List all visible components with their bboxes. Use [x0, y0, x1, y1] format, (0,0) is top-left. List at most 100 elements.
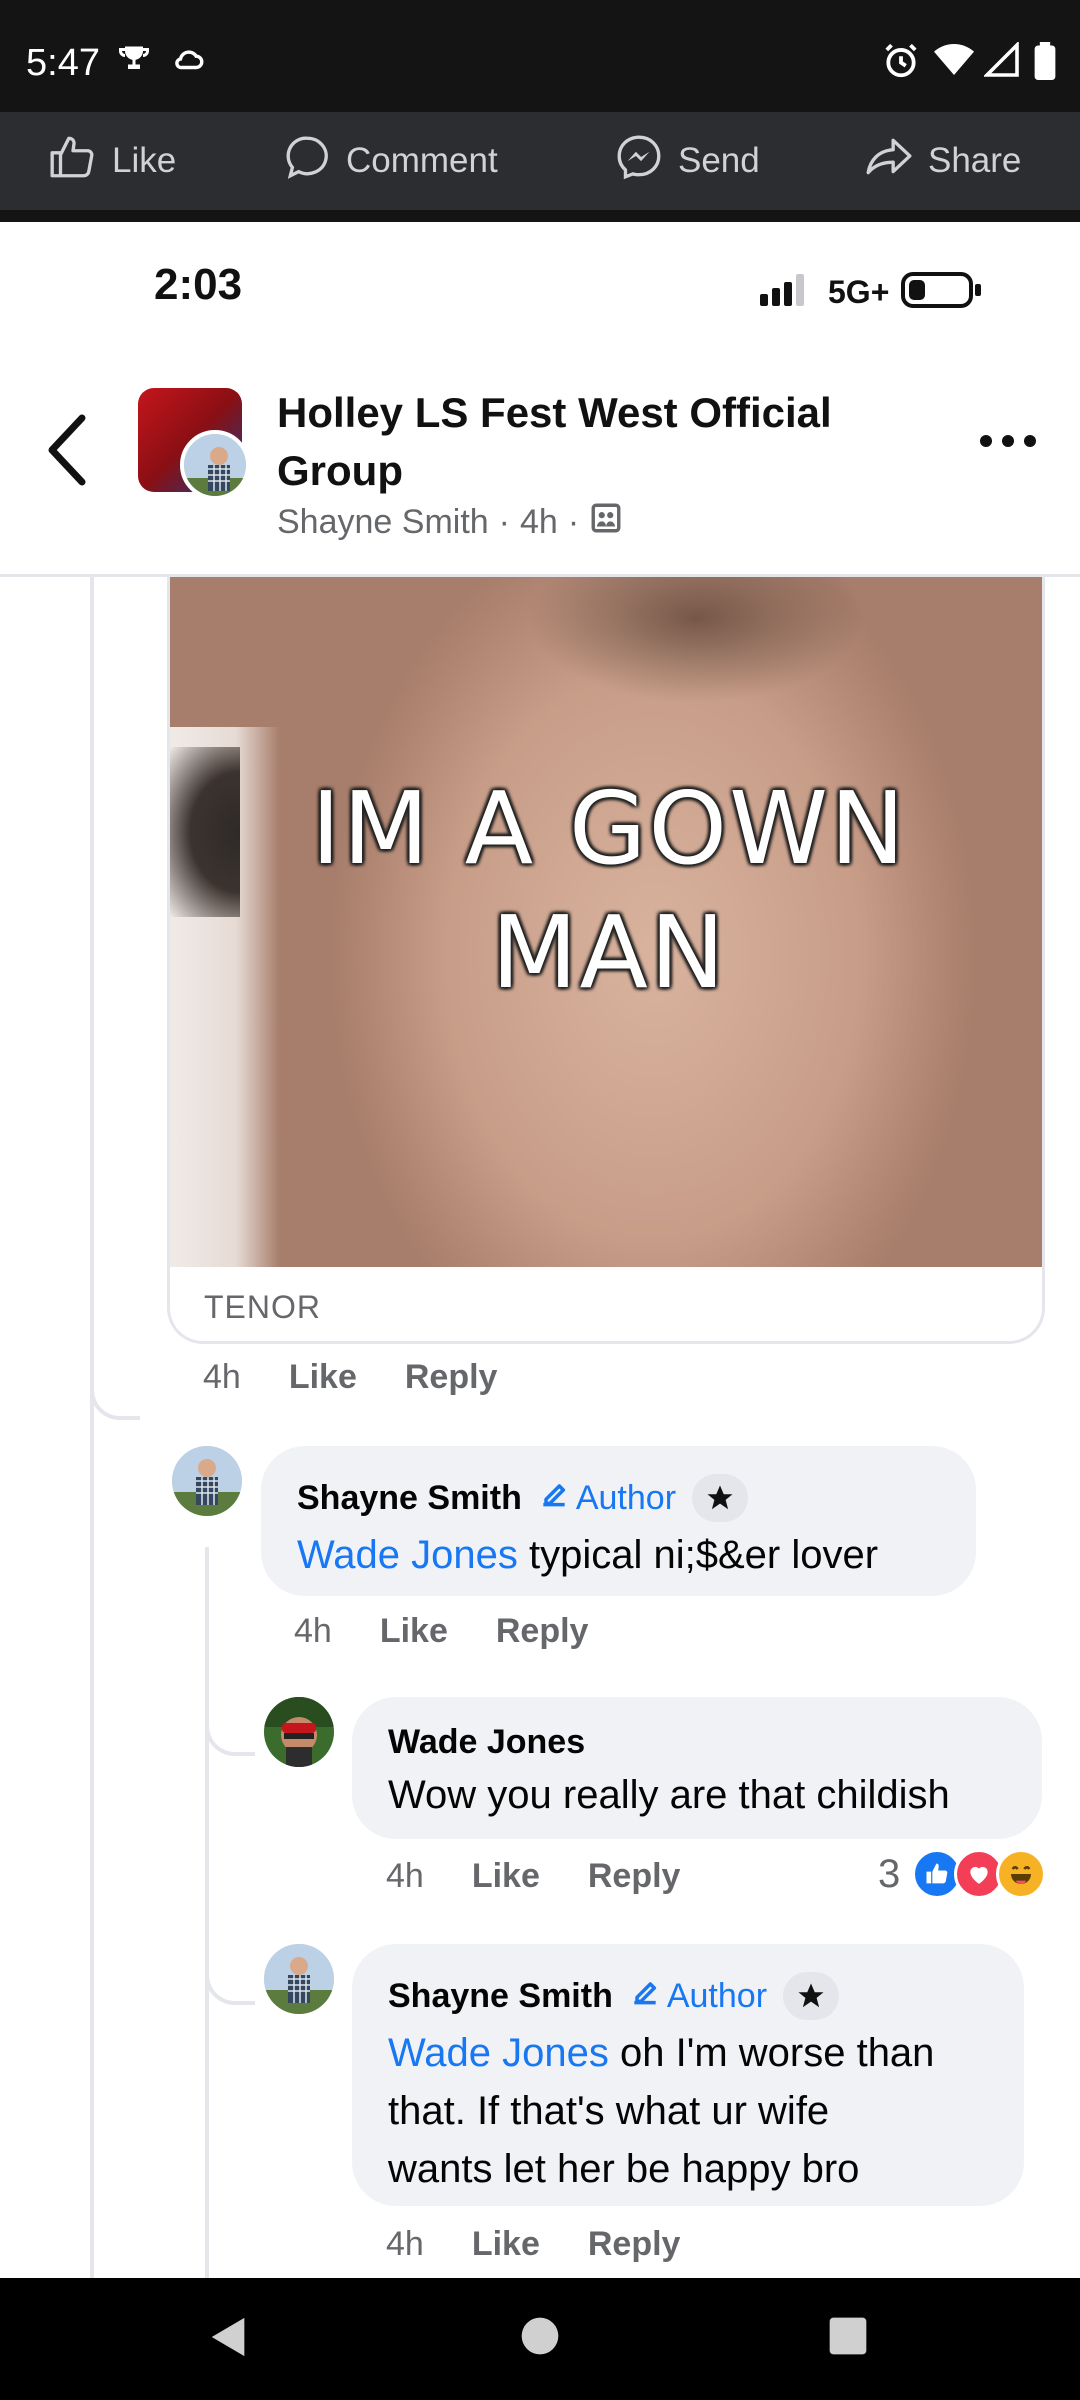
comment-body: typical ni;$&er lover [517, 1533, 879, 1577]
send-button[interactable]: Send [614, 112, 760, 210]
comment-text: Wow you really are that childish [388, 1773, 950, 1817]
thread-connector [205, 1716, 255, 1756]
thread-line [205, 1547, 209, 2278]
comment-actions: 4h Like Reply [294, 1612, 588, 1651]
ios-status-bar: 2:03 5G+ [0, 222, 1080, 362]
haha-reaction-icon [996, 1849, 1047, 1899]
comment-age: 4h [386, 2225, 424, 2263]
comment-age: 4h [294, 1612, 332, 1650]
back-chevron-icon[interactable] [42, 410, 92, 490]
like-link[interactable]: Like [289, 1358, 357, 1397]
mention-link[interactable]: Wade Jones [297, 1533, 518, 1577]
embedded-screenshot: 2:03 5G+ Holley LS Fest West Official Gr… [0, 222, 1080, 2278]
post-meta: Shayne Smith · 4h · [277, 501, 623, 544]
group-title[interactable]: Holley LS Fest West Official Group [277, 384, 917, 500]
group-privacy-icon [589, 501, 623, 544]
comment-body-line: that. If that's what ur wife [388, 2089, 830, 2133]
group-avatar[interactable] [138, 388, 250, 500]
author-badge: Author [629, 1976, 767, 2017]
post-age: 4h [520, 503, 558, 541]
comment-text: Wade Jones typical ni;$&er lover [297, 1526, 940, 1584]
battery-icon [1034, 42, 1056, 85]
comment-text: Wade Jones oh I'm worse than that. If th… [388, 2024, 988, 2198]
reaction-count: 3 [878, 1851, 901, 1896]
post-action-bar: Like Comment Send Share [0, 112, 1080, 210]
wifi-icon [934, 42, 974, 83]
thread-line [90, 577, 94, 2278]
like-label: Like [112, 141, 177, 180]
messenger-icon [614, 132, 664, 191]
reaction-summary[interactable]: 3 [878, 1849, 1047, 1899]
comment-bubble[interactable]: Shayne Smith Author Wade Jones typical n… [261, 1446, 976, 1596]
nav-recents-icon[interactable] [826, 2314, 870, 2363]
ios-status-time: 2:03 [154, 260, 243, 309]
comment-body-line: wants let her be happy bro [388, 2147, 860, 2191]
meta-separator: · [498, 503, 510, 541]
like-link[interactable]: Like [380, 1612, 448, 1651]
send-label: Send [678, 141, 760, 180]
like-link[interactable]: Like [472, 1857, 540, 1896]
avatar[interactable] [264, 1697, 334, 1767]
pencil-icon [629, 1976, 661, 2017]
comment-author-row: Shayne Smith Author [297, 1474, 940, 1522]
reply-link[interactable]: Reply [588, 2225, 681, 2264]
gif-comment-actions: 4h Like Reply [203, 1358, 497, 1397]
commenter-name[interactable]: Shayne Smith [388, 1977, 613, 2016]
poster-name[interactable]: Shayne Smith [277, 503, 489, 542]
gif-caption: IM A GOWN MAN [170, 767, 1042, 1015]
reply-link[interactable]: Reply [405, 1358, 498, 1397]
comment-actions: 4h Like Reply [386, 2225, 680, 2264]
pencil-icon [538, 1478, 570, 1519]
comment-body-line: oh I'm worse than [608, 2031, 935, 2075]
author-label: Author [666, 1976, 768, 2015]
divider [0, 210, 1080, 222]
avatar[interactable] [172, 1446, 242, 1516]
navigation-bar [0, 2278, 1080, 2400]
thread-connector [90, 1380, 140, 1420]
nav-home-icon[interactable] [518, 2314, 562, 2363]
comment-label: Comment [346, 141, 498, 180]
thumbs-up-icon [48, 132, 98, 191]
share-label: Share [928, 141, 1022, 180]
gif-source-label: TENOR [204, 1289, 321, 1325]
cellular-signal-icon [760, 274, 816, 311]
share-button[interactable]: Share [864, 112, 1021, 210]
gif-attachment[interactable]: IM A GOWN MAN TENOR [167, 577, 1045, 1344]
thread-connector [205, 1965, 255, 2005]
share-arrow-icon [864, 132, 914, 191]
gif-caption-line: IM A GOWN [311, 770, 907, 887]
comment-bubble[interactable]: Shayne Smith Author Wade Jones oh I'm wo… [352, 1944, 1024, 2206]
comment-age: 4h [203, 1358, 241, 1396]
meta-separator: · [567, 503, 580, 541]
commenter-name[interactable]: Shayne Smith [297, 1479, 522, 1518]
network-label: 5G+ [828, 274, 890, 310]
star-icon [783, 1972, 840, 2020]
signal-icon [982, 40, 1020, 83]
cloud-icon [172, 42, 206, 81]
alarm-icon [882, 42, 920, 85]
author-badge: Author [538, 1478, 676, 1519]
like-button[interactable]: Like [48, 112, 176, 210]
reply-link[interactable]: Reply [496, 1612, 589, 1651]
gif-image: IM A GOWN MAN [170, 577, 1042, 1267]
commenter-name[interactable]: Wade Jones [388, 1723, 585, 1762]
comment-author-row: Shayne Smith Author [388, 1972, 988, 2020]
comment-bubble[interactable]: Wade Jones Wow you really are that child… [352, 1697, 1042, 1839]
reply-link[interactable]: Reply [588, 1857, 681, 1896]
poster-avatar-mini [180, 430, 250, 500]
author-label: Author [575, 1478, 677, 1517]
comment-icon [282, 132, 332, 191]
trophy-icon [116, 42, 152, 83]
ios-battery-icon [901, 272, 983, 313]
comment-author-row: Wade Jones [388, 1723, 1006, 1762]
like-link[interactable]: Like [472, 2225, 540, 2264]
avatar[interactable] [264, 1944, 334, 2014]
nav-back-icon[interactable] [206, 2314, 252, 2365]
more-options-icon[interactable] [980, 435, 1040, 455]
android-status-bar: 5:47 [0, 0, 1080, 112]
comment-actions: 4h Like Reply [386, 1857, 680, 1896]
mention-link[interactable]: Wade Jones [388, 2031, 609, 2075]
comment-button[interactable]: Comment [282, 112, 498, 210]
gif-caption-line: MAN [491, 894, 727, 1011]
ios-status-indicators: 5G+ [760, 272, 983, 313]
